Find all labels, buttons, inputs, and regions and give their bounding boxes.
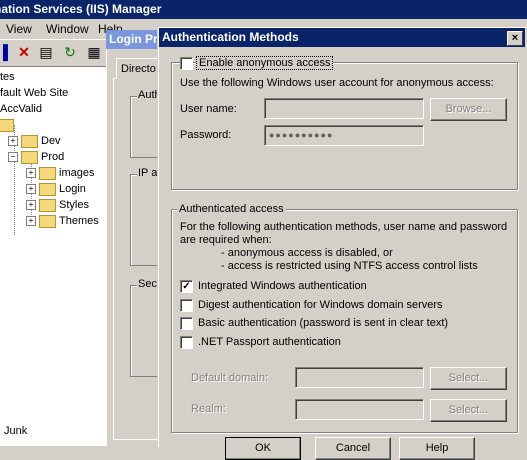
dialog-title: Authentication Methods bbox=[159, 28, 525, 47]
tree-view: tes fault Web Site AccValid + Dev − Prod +… bbox=[0, 67, 107, 446]
expand-icon[interactable]: + bbox=[26, 184, 36, 195]
tree-item-login[interactable]: + Login bbox=[26, 181, 86, 197]
tree-item-styles[interactable]: + Styles bbox=[26, 197, 89, 213]
password-field[interactable]: ●●●●●●●●●● bbox=[264, 125, 424, 146]
basic-checkbox[interactable] bbox=[180, 317, 193, 330]
integrated-windows-label[interactable]: Integrated Windows authentication bbox=[198, 280, 367, 292]
tree-item-default-web-site[interactable]: fault Web Site bbox=[0, 85, 68, 101]
cancel-button[interactable]: Cancel bbox=[315, 437, 391, 460]
authenticated-access-legend: Authenticated access bbox=[177, 203, 286, 215]
folder-icon bbox=[21, 134, 38, 148]
tree-item-folder[interactable] bbox=[0, 117, 17, 133]
auth-bullet-1: - anonymous access is disabled, or bbox=[221, 247, 393, 259]
digest-checkbox[interactable] bbox=[180, 299, 193, 312]
tree-item-accvalid[interactable]: AccValid bbox=[0, 101, 42, 117]
expand-icon[interactable]: + bbox=[26, 168, 36, 179]
tree-item-junk[interactable]: Junk bbox=[4, 423, 27, 439]
folder-icon bbox=[39, 198, 56, 212]
tree-item-themes[interactable]: + Themes bbox=[26, 213, 99, 229]
tree-item-images[interactable]: + images bbox=[26, 165, 94, 181]
default-domain-field[interactable] bbox=[295, 367, 424, 388]
expand-icon[interactable]: + bbox=[26, 216, 36, 227]
anonymous-description: Use the following Windows user account f… bbox=[180, 77, 494, 89]
help-button[interactable]: Help bbox=[399, 437, 475, 460]
close-button[interactable]: × bbox=[507, 31, 523, 46]
up-icon[interactable]: ▌ bbox=[0, 44, 16, 60]
ok-button[interactable]: OK bbox=[225, 437, 301, 460]
ip-group-label: IP a bbox=[137, 167, 159, 179]
auth-description-2: are required when: bbox=[180, 234, 272, 246]
username-field[interactable] bbox=[264, 98, 424, 119]
folder-icon bbox=[39, 166, 56, 180]
folder-icon bbox=[0, 118, 14, 132]
select-realm-button[interactable]: Select... bbox=[430, 399, 507, 422]
expand-icon[interactable]: + bbox=[26, 200, 36, 211]
tree-item-dev[interactable]: + Dev bbox=[8, 133, 61, 149]
passport-checkbox[interactable] bbox=[180, 336, 193, 349]
menu-window[interactable]: Window bbox=[46, 22, 89, 36]
refresh-icon[interactable]: ↻ bbox=[62, 44, 78, 60]
tree-item-sites[interactable]: tes bbox=[0, 69, 15, 85]
integrated-windows-checkbox[interactable]: ✓ bbox=[180, 280, 193, 293]
collapse-icon[interactable]: − bbox=[8, 152, 18, 163]
enable-anonymous-label[interactable]: Enable anonymous access bbox=[196, 56, 334, 70]
iis-window-title: rmation Services (IIS) Manager bbox=[0, 0, 527, 19]
realm-label: Realm: bbox=[191, 403, 226, 415]
browse-button[interactable]: Browse... bbox=[430, 98, 507, 121]
realm-field[interactable] bbox=[295, 399, 424, 420]
auth-bullet-2: - access is restricted using NTFS access… bbox=[221, 260, 478, 272]
folder-icon bbox=[39, 182, 56, 196]
basic-label[interactable]: Basic authentication (password is sent i… bbox=[198, 317, 448, 329]
export-icon[interactable]: ▦ bbox=[86, 44, 102, 60]
auth-description-1: For the following authentication methods… bbox=[180, 221, 508, 233]
menu-view[interactable]: View bbox=[6, 22, 32, 36]
password-label: Password: bbox=[180, 129, 232, 141]
folder-icon bbox=[39, 214, 56, 228]
passport-label[interactable]: .NET Passport authentication bbox=[198, 336, 341, 348]
folder-icon bbox=[21, 150, 38, 164]
expand-icon[interactable]: + bbox=[8, 136, 18, 147]
enable-anonymous-checkbox[interactable] bbox=[180, 57, 193, 70]
username-label: User name: bbox=[180, 103, 237, 115]
select-domain-button[interactable]: Select... bbox=[430, 367, 507, 390]
tree-item-prod[interactable]: − Prod bbox=[8, 149, 64, 165]
properties-icon[interactable]: ▤ bbox=[38, 44, 54, 60]
default-domain-label: Default domain: bbox=[191, 372, 269, 384]
delete-icon[interactable]: ✕ bbox=[16, 44, 32, 60]
digest-label[interactable]: Digest authentication for Windows domain… bbox=[198, 299, 443, 311]
properties-window-title: Login Pr bbox=[106, 30, 166, 49]
